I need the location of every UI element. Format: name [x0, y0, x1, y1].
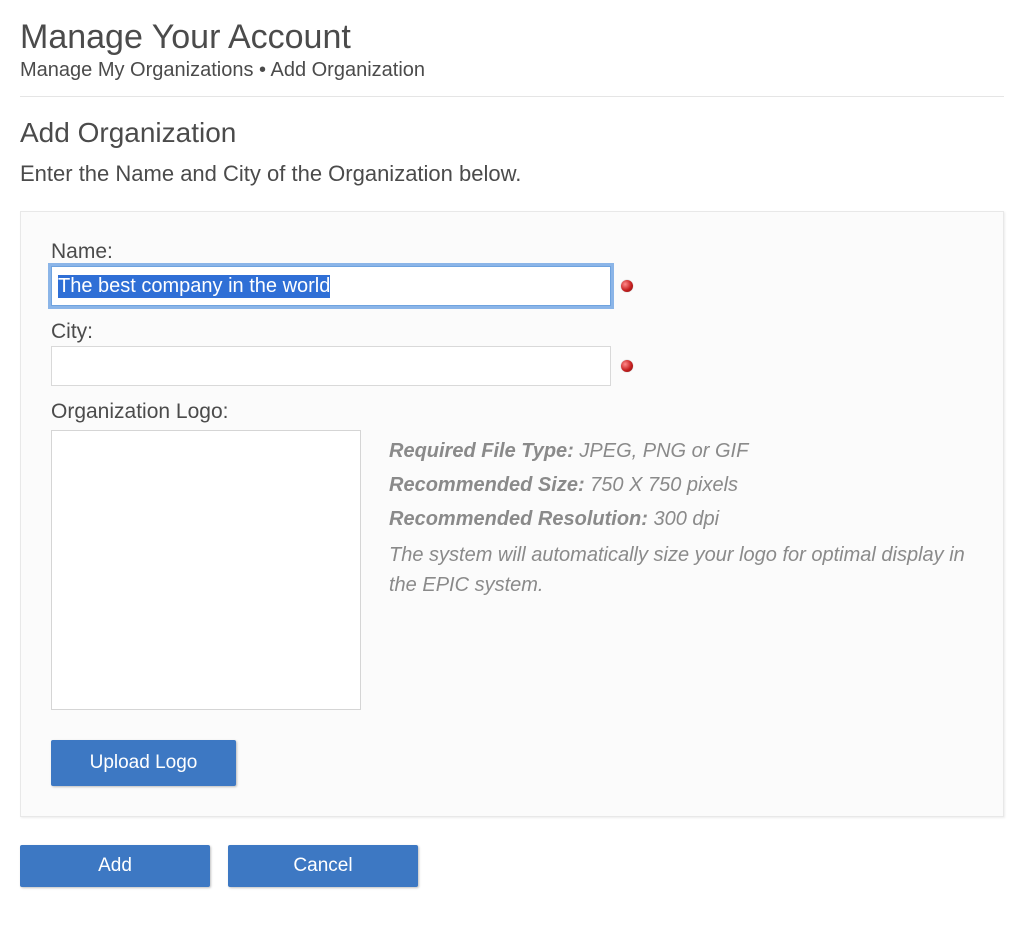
name-label: Name: — [51, 240, 973, 264]
name-input[interactable] — [51, 266, 611, 306]
logo-label: Organization Logo: — [51, 400, 973, 424]
logo-req-type-val: JPEG, PNG or GIF — [579, 440, 748, 462]
logo-rec-size-val: 750 X 750 pixels — [590, 474, 738, 496]
page-title: Manage Your Account — [20, 18, 1004, 57]
logo-rec-size-key: Recommended Size: — [389, 474, 585, 496]
logo-rec-res-val: 300 dpi — [653, 508, 719, 530]
logo-row: Required File Type: JPEG, PNG or GIF Rec… — [51, 430, 973, 710]
required-indicator-icon — [621, 360, 633, 372]
name-field-row — [51, 266, 973, 306]
city-field-row — [51, 346, 973, 386]
city-label: City: — [51, 320, 973, 344]
breadcrumb-separator: • — [259, 59, 266, 81]
breadcrumb: Manage My Organizations • Add Organizati… — [20, 59, 1004, 82]
cancel-button[interactable]: Cancel — [228, 845, 418, 887]
upload-logo-button[interactable]: Upload Logo — [51, 740, 236, 786]
section-instruction: Enter the Name and City of the Organizat… — [20, 161, 1004, 187]
logo-rec-res-key: Recommended Resolution: — [389, 508, 648, 530]
form-panel: Name: City: Organization Logo: Required … — [20, 211, 1004, 817]
add-button[interactable]: Add — [20, 845, 210, 887]
city-input[interactable] — [51, 346, 611, 386]
logo-info: Required File Type: JPEG, PNG or GIF Rec… — [389, 430, 973, 600]
breadcrumb-item-add-org: Add Organization — [270, 59, 425, 81]
page-root: Manage Your Account Manage My Organizati… — [0, 0, 1024, 917]
logo-req-type-key: Required File Type: — [389, 440, 574, 462]
section-title: Add Organization — [20, 117, 1004, 149]
divider — [20, 96, 1004, 97]
action-row: Add Cancel — [20, 845, 1004, 887]
breadcrumb-item-manage-orgs[interactable]: Manage My Organizations — [20, 59, 253, 81]
logo-preview-box — [51, 430, 361, 710]
required-indicator-icon — [621, 280, 633, 292]
logo-note: The system will automatically size your … — [389, 540, 973, 600]
